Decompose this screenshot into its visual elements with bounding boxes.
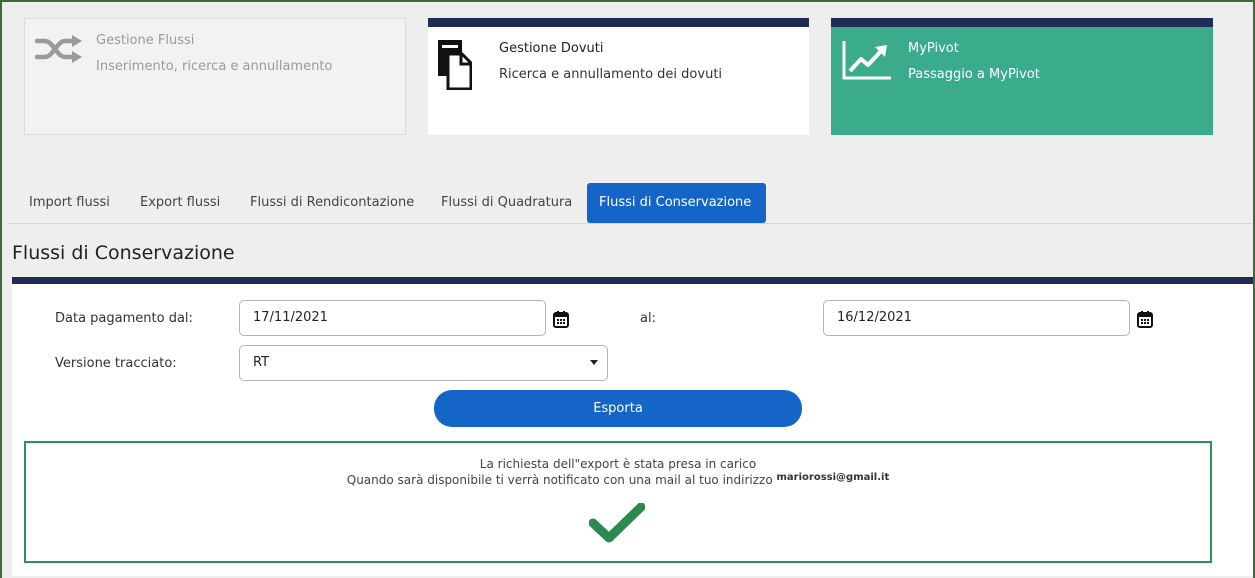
export-button[interactable]: Esporta <box>434 390 802 427</box>
tab-flussi-conservazione[interactable]: Flussi di Conservazione <box>587 183 766 223</box>
message-line-2-text: Quando sarà disponibile ti verrà notific… <box>346 473 773 487</box>
tab-import-flussi[interactable]: Import flussi <box>17 183 122 223</box>
calendar-icon[interactable] <box>1137 311 1153 328</box>
date-to-input[interactable]: 16/12/2021 <box>823 300 1130 336</box>
message-line-2: Quando sarà disponibile ti verrà notific… <box>26 472 1210 487</box>
trending-chart-icon <box>841 39 893 85</box>
tile-gestione-dovuti[interactable]: Gestione Dovuti Ricerca e annullamento d… <box>428 18 809 135</box>
tile-subtitle: Inserimento, ricerca e annullamento <box>96 59 333 74</box>
tile-mypivot[interactable]: MyPivot Passaggio a MyPivot <box>831 18 1213 135</box>
success-message-box: La richiesta dell"export è stata presa i… <box>24 441 1212 563</box>
checkmark-icon <box>588 502 646 549</box>
version-select-value: RT <box>253 355 270 370</box>
shuffle-icon <box>34 35 83 67</box>
section-header-bar <box>12 277 1253 284</box>
version-label: Versione tracciato: <box>55 356 177 371</box>
tile-title: Gestione Flussi <box>96 33 195 48</box>
tile-subtitle: Passaggio a MyPivot <box>908 67 1040 82</box>
date-from-label: Data pagamento dal: <box>55 311 193 326</box>
tab-divider <box>8 223 1252 224</box>
date-from-input[interactable]: 17/11/2021 <box>239 300 546 336</box>
tile-subtitle: Ricerca e annullamento dei dovuti <box>499 67 723 82</box>
window-border-top <box>0 0 1255 2</box>
page-title: Flussi di Conservazione <box>12 242 235 264</box>
tab-export-flussi[interactable]: Export flussi <box>128 183 232 223</box>
message-line-1: La richiesta dell"export è stata presa i… <box>479 457 757 471</box>
tile-gestione-flussi[interactable]: Gestione Flussi Inserimento, ricerca e a… <box>24 18 406 135</box>
tile-title: Gestione Dovuti <box>499 41 604 56</box>
tile-title: MyPivot <box>908 41 959 56</box>
date-to-label: al: <box>640 311 656 326</box>
tab-flussi-quadratura[interactable]: Flussi di Quadratura <box>429 183 584 223</box>
version-select[interactable]: RT <box>239 345 608 381</box>
calendar-icon[interactable] <box>553 311 569 328</box>
documents-icon <box>438 40 473 94</box>
tab-flussi-rendicontazione[interactable]: Flussi di Rendicontazione <box>238 183 426 223</box>
window-border-left <box>0 0 2 578</box>
user-email: mariorossi@gmail.it <box>776 472 890 483</box>
chevron-down-icon <box>590 360 598 365</box>
